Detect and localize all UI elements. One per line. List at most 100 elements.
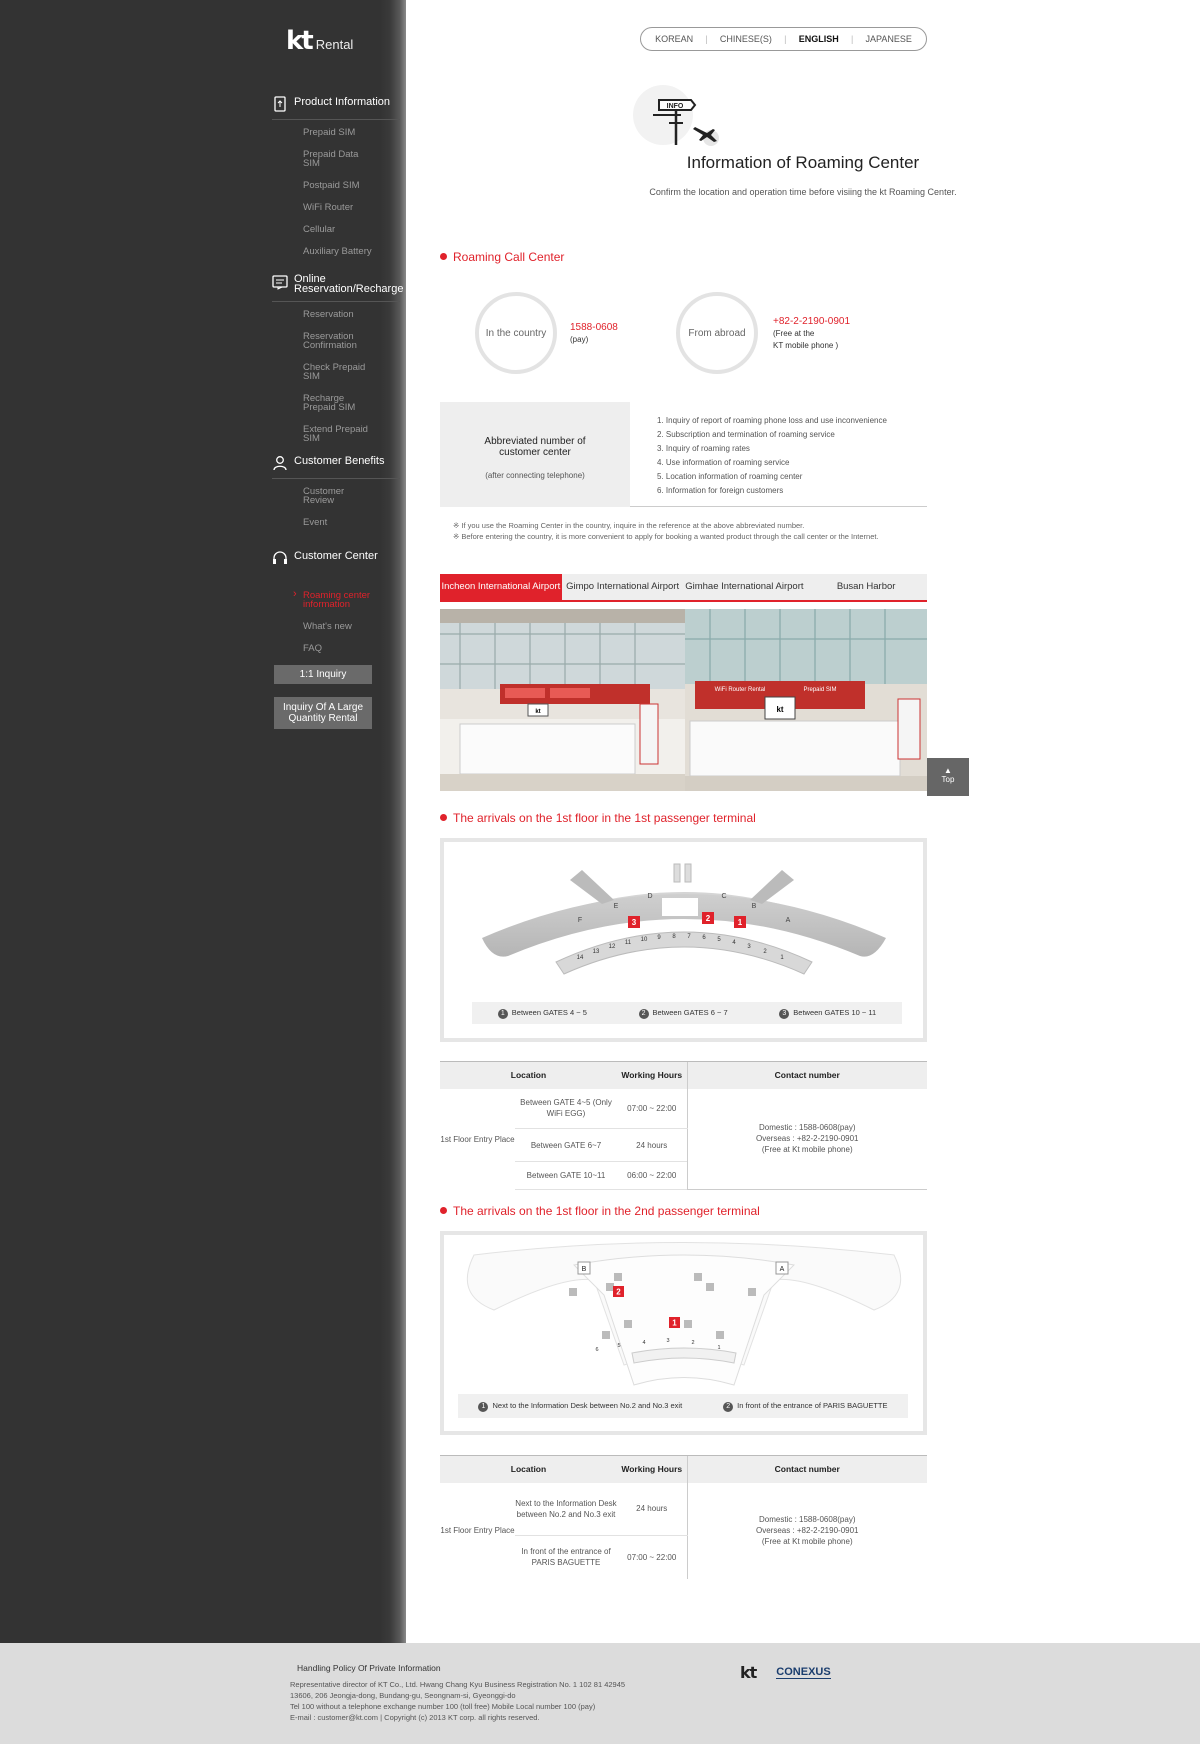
gate-label: 5 [617, 1343, 620, 1349]
legend-number: 2 [638, 1008, 649, 1019]
nav-item-prepaid-data-sim[interactable]: Prepaid Data SIM [303, 150, 363, 169]
user-icon [272, 455, 288, 471]
nav-item-faq[interactable]: FAQ [303, 644, 400, 654]
nav-item-whats-new[interactable]: What's new [303, 622, 400, 632]
table-hours: 07:00 ~ 22:00 [617, 1088, 687, 1129]
lang-chinese[interactable]: CHINESE(S) [720, 34, 772, 44]
nav-item-roaming-center-information[interactable]: Roaming center information [293, 590, 375, 609]
privacy-policy-link[interactable]: Handling Policy Of Private Information [297, 1663, 625, 1674]
table-row: 1st Floor Entry Place Between GATE 4~5 (… [440, 1088, 927, 1190]
nav-item-extend-prepaid-sim[interactable]: Extend Prepaid SIM [303, 425, 373, 444]
terminal2-marker-2: 2 [616, 1288, 621, 1297]
nav-item-prepaid-sim[interactable]: Prepaid SIM [303, 128, 400, 138]
nav-head-online-reservation[interactable]: Online Reservation/Recharge [272, 273, 404, 302]
table-spot: Between GATE 4~5 (Only WiFi EGG) [515, 1088, 617, 1129]
tab-gimhae[interactable]: Gimhae International Airport [684, 574, 806, 600]
table-spot: In front of the entrance of PARIS BAGUET… [521, 1547, 611, 1568]
footer-logos: kt CONEXUS [740, 1663, 831, 1682]
terminal2-heading: The arrivals on the 1st floor in the 2nd… [440, 1204, 760, 1218]
gate-label: 3 [666, 1338, 669, 1344]
nav-item-event[interactable]: Event [303, 518, 400, 528]
table-contact: Domestic : 1588-0608(pay) Overseas : +82… [686, 1482, 927, 1579]
table-place: 1st Floor Entry Place [440, 1134, 515, 1144]
lang-separator: | [784, 34, 787, 44]
page-subtitle: Confirm the location and operation time … [649, 187, 957, 197]
table-hours: 07:00 ~ 22:00 [627, 1552, 677, 1562]
reservation-icon [272, 274, 288, 290]
terminal1-heading: The arrivals on the 1st floor in the 1st… [440, 811, 756, 825]
legend-number: 3 [779, 1008, 790, 1019]
nav-item-postpaid-sim[interactable]: Postpaid SIM [303, 181, 400, 191]
service-item: 1. Inquiry of report of roaming phone lo… [657, 416, 887, 425]
legend-text: Next to the Information Desk between No.… [492, 1400, 683, 1410]
table-header-location: Location [440, 1455, 617, 1483]
zone-label: A [780, 1266, 785, 1273]
scroll-top-button[interactable]: ▲ Top [927, 758, 969, 796]
photo-sign-wifi: WiFi Router Rental [715, 687, 766, 693]
airport-tabs: Incheon International Airport Gimpo Inte… [440, 574, 927, 602]
gate-label: 12 [609, 944, 616, 950]
gate-label: 4 [642, 1340, 645, 1346]
service-item: 5. Location information of roaming cente… [657, 472, 803, 481]
legend-text: Between GATES 4 ~ 5 [511, 1007, 587, 1017]
footer-kt-logo: kt [740, 1663, 757, 1682]
nav-head-label: Customer Center [294, 550, 378, 562]
legend-number: 1 [478, 1401, 489, 1412]
contact-line: Domestic : 1588-0608(pay) [759, 1515, 856, 1524]
abbr-title-line: customer center [499, 447, 571, 458]
one-to-one-inquiry-button[interactable]: 1:1 Inquiry [274, 665, 372, 684]
note-line: ※ If you use the Roaming Center in the c… [453, 521, 805, 530]
zone-label: C [721, 893, 726, 900]
nav-item-check-prepaid-sim[interactable]: Check Prepaid SIM [303, 363, 373, 382]
rental-logo-text: Rental [315, 37, 354, 52]
footer-line: 13606, 206 Jeongja-dong, Bundang-gu, Seo… [290, 1691, 516, 1700]
terminal2-marker-1: 1 [672, 1319, 677, 1328]
nav-group-customer-center: Customer Center Roaming center informati… [272, 550, 400, 666]
legend-text: Between GATES 6 ~ 7 [652, 1007, 728, 1017]
large-quantity-rental-button[interactable]: Inquiry Of A Large Quantity Rental [274, 697, 372, 729]
terminal1-marker-3: 3 [632, 918, 637, 927]
abbreviated-number-sub: (after connecting telephone) [485, 471, 585, 480]
legend-item: 2 Between GATES 6 ~ 7 [638, 1007, 728, 1019]
nav-head-label: Online Reservation/Recharge [294, 273, 404, 295]
tab-busan-harbor[interactable]: Busan Harbor [805, 574, 927, 600]
nav-item-customer-review[interactable]: Customer Review [303, 487, 353, 506]
lang-korean[interactable]: KOREAN [655, 34, 693, 44]
footer-line: Representative director of KT Co., Ltd. … [290, 1680, 626, 1689]
nav-item-auxiliary-battery[interactable]: Auxiliary Battery [303, 247, 400, 257]
domestic-phone-note: (pay) [570, 335, 589, 344]
photo-sign-sim: Prepaid SIM [803, 687, 836, 693]
tab-incheon[interactable]: Incheon International Airport [440, 574, 562, 600]
lang-japanese[interactable]: JAPANESE [866, 34, 912, 44]
kt-rental-logo[interactable]: kt Rental [286, 26, 353, 56]
terminal1-map: A B C D E F 1 2 3 4 5 6 7 8 9 10 11 12 1… [440, 838, 927, 1042]
domestic-phone-number[interactable]: 1588-0608 [570, 322, 618, 333]
nav-item-reservation-confirmation[interactable]: Reservation Confirmation [303, 332, 363, 351]
nav-item-cellular[interactable]: Cellular [303, 225, 400, 235]
nav-group-product: Product Information Prepaid SIM Prepaid … [272, 96, 400, 269]
legend-item: 2 In front of the entrance of PARIS BAGUE… [723, 1401, 888, 1412]
nav-item-recharge-prepaid-sim[interactable]: Recharge Prepaid SIM [303, 394, 363, 413]
contact-line: Overseas : +82-2-2190-0901 [755, 1134, 859, 1144]
abroad-phone-note: (Free at the KT mobile phone ) [773, 328, 838, 352]
gate-label: 1 [717, 1345, 720, 1351]
nav-item-reservation[interactable]: Reservation [303, 310, 400, 320]
table-header-contact: Contact number [686, 1061, 927, 1089]
contact-line: Domestic : 1588-0608(pay) [759, 1123, 856, 1133]
nav-item-wifi-router[interactable]: WiFi Router [303, 203, 400, 213]
nav-head-customer-benefits[interactable]: Customer Benefits [272, 455, 400, 479]
zone-label: F [578, 917, 582, 924]
footer: Handling Policy Of Private Information R… [0, 1643, 1200, 1744]
lang-separator: | [705, 34, 708, 44]
nav-head-customer-center[interactable]: Customer Center [272, 550, 400, 573]
abroad-phone-number[interactable]: +82-2-2190-0901 [773, 316, 850, 327]
top-label: Top [941, 775, 955, 784]
legend-text: Between GATES 10 ~ 11 [793, 1007, 877, 1017]
service-item: 3. Inquiry of roaming rates [657, 444, 750, 453]
footer-text: Handling Policy Of Private Information R… [290, 1663, 625, 1723]
nav-head-product-information[interactable]: Product Information [272, 96, 400, 120]
from-abroad-circle: From abroad [676, 292, 758, 374]
call-center-notes: ※ If you use the Roaming Center in the c… [453, 520, 879, 542]
lang-english[interactable]: ENGLISH [799, 34, 839, 44]
tab-gimpo[interactable]: Gimpo International Airport [562, 574, 684, 600]
